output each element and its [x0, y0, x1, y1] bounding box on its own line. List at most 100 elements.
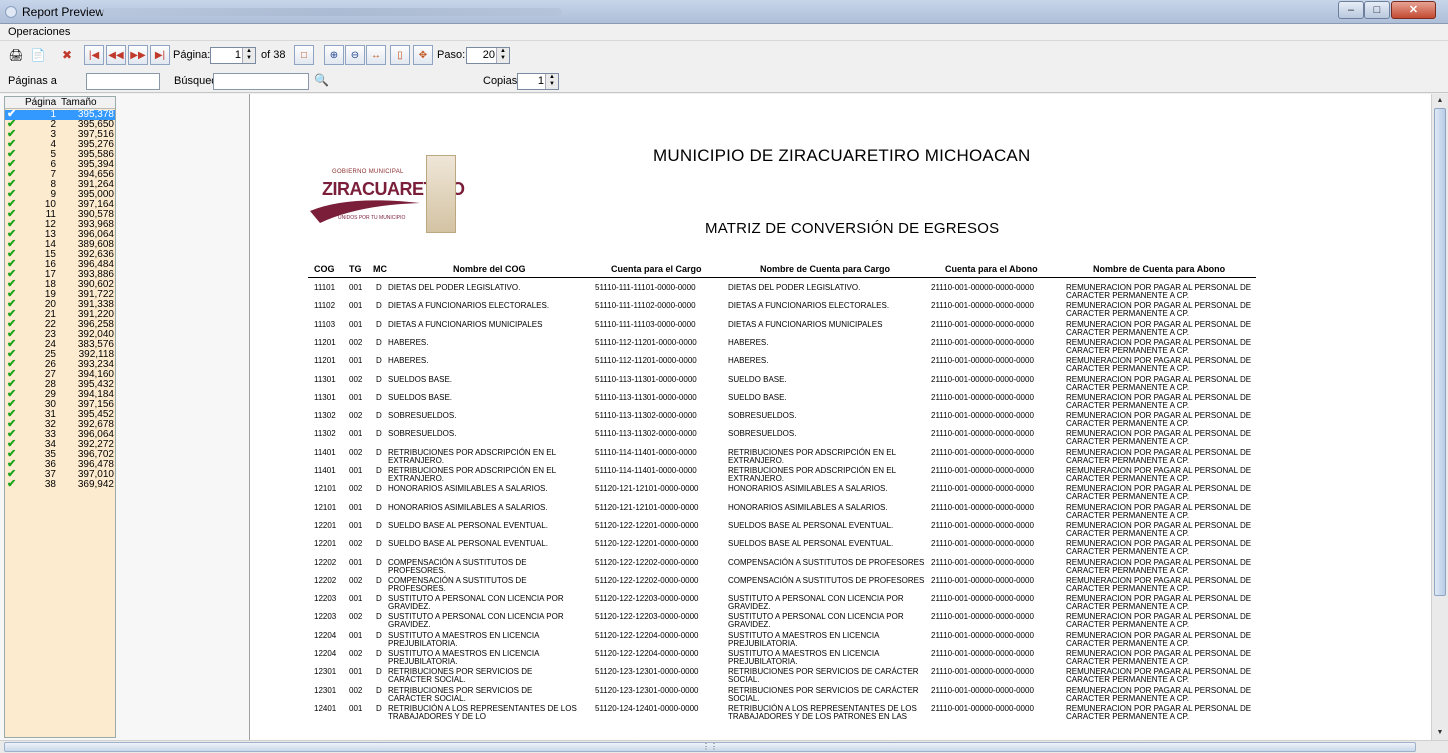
table-row: 11102 001 D DIETAS A FUNCIONARIOS ELECTORAL…	[308, 302, 1308, 320]
cell-cog: 12204	[314, 630, 337, 640]
scroll-down-icon[interactable]: ▼	[1434, 727, 1446, 738]
cell-abono: 21110-001-00000-0000-0000	[931, 392, 1034, 402]
scroll-up-icon[interactable]: ▲	[1434, 95, 1446, 106]
zoom-in-icon: ⊕	[329, 49, 339, 61]
cell-mc: D	[376, 685, 382, 695]
cell-nabono: REMUNERACION POR PAGAR AL PERSONAL DE CA…	[1066, 374, 1252, 392]
cell-abono: 21110-001-00000-0000-0000	[931, 429, 1034, 439]
cell-abono: 21110-001-00000-0000-0000	[931, 612, 1034, 622]
cell-nabono: REMUNERACION POR PAGAR AL PERSONAL DE CA…	[1066, 466, 1252, 483]
table-row: 12201 002 D SUELDO BASE AL PERSONAL EVENTUA…	[308, 540, 1308, 558]
table-row: 11103 001 D DIETAS A FUNCIONARIOS MUNICIPAL…	[308, 320, 1308, 339]
spinner-arrows-icon[interactable]: ▲ ▼	[496, 48, 509, 63]
cell-tg: 002	[349, 575, 363, 585]
header-size: Tamaño	[61, 97, 97, 108]
page-size: 369,942	[77, 479, 114, 490]
paso-spinner[interactable]: 20 ▲ ▼	[466, 47, 510, 64]
paginas-input[interactable]	[86, 73, 160, 90]
minimize-button[interactable]: –	[1338, 1, 1364, 19]
cell-ncargo: RETRIBUCIONES POR SERVICIOS DE CARÁCTER …	[728, 685, 919, 703]
cell-ncargo: SUSTITUTO A PERSONAL CON LICENCIA POR GR…	[728, 612, 904, 630]
cell-mc: D	[376, 594, 382, 604]
cell-abono: 21110-001-00000-0000-0000	[931, 557, 1034, 567]
prev-page-button[interactable]: ◀◀	[106, 45, 126, 65]
cell-mc: D	[376, 411, 382, 421]
cell-cog: 11101	[314, 283, 336, 292]
spinner-arrows-icon[interactable]: ▲ ▼	[545, 74, 558, 89]
page-list-header: Página Tamaño	[5, 97, 115, 109]
close-button[interactable]: ✕	[1391, 1, 1436, 19]
table-row: 11201 002 D HABERES. 51110-112-11201-0000-00…	[308, 337, 1308, 357]
print-setup-button[interactable]: 📄	[28, 45, 48, 65]
spinner-arrows-icon[interactable]: ▲ ▼	[242, 48, 255, 63]
table-row: 12301 002 D RETRIBUCIONES POR SERVICIOS DE …	[308, 685, 1308, 705]
cell-ncargo: HONORARIOS ASIMILABLES A SALARIOS.	[728, 502, 888, 512]
search-bar: Páginas a Búsqued 🔍 Copias: 1 ▲ ▼	[0, 69, 1448, 93]
fit-page-button[interactable]: ▯	[390, 45, 410, 65]
horizontal-scrollbar[interactable]: ⋮⋮	[0, 740, 1448, 753]
cell-nombre: SUELDO BASE AL PERSONAL EVENTUAL.	[388, 539, 548, 549]
table-row: 12203 001 D SUSTITUTO A PERSONAL CON LICENC…	[308, 595, 1308, 613]
cell-abono: 21110-001-00000-0000-0000	[931, 374, 1034, 384]
cell-cog: 11302	[314, 411, 336, 421]
cell-tg: 002	[349, 374, 363, 384]
cell-cog: 11201	[314, 356, 336, 366]
cell-tg: 002	[349, 337, 363, 347]
close-preview-button[interactable]: ✖	[57, 45, 77, 65]
cell-nombre: SOBRESUELDOS.	[388, 411, 457, 421]
zoom-out-button[interactable]: ⊖	[345, 45, 365, 65]
cell-nabono: REMUNERACION POR PAGAR AL PERSONAL DE CA…	[1066, 356, 1252, 374]
cell-abono: 21110-001-00000-0000-0000	[931, 685, 1034, 695]
actual-size-icon: ✥	[418, 49, 428, 61]
search-icon[interactable]: 🔍	[314, 73, 329, 87]
col-tg: TG	[349, 264, 362, 274]
cell-mc: D	[376, 557, 382, 567]
next-page-button[interactable]: ▶▶	[128, 45, 148, 65]
busqueda-input[interactable]	[213, 73, 309, 90]
first-page-button[interactable]: |◀	[84, 45, 104, 65]
last-page-button[interactable]: ▶|	[150, 45, 170, 65]
report-title: MUNICIPIO DE ZIRACUARETIRO MICHOACAN	[653, 146, 1031, 165]
cell-abono: 21110-001-00000-0000-0000	[931, 539, 1034, 549]
page-icon-button[interactable]: □	[294, 45, 314, 65]
paso-label: Paso:	[437, 49, 466, 61]
cell-nabono: REMUNERACION POR PAGAR AL PERSONAL DE CA…	[1066, 594, 1252, 612]
cell-tg: 001	[349, 392, 363, 402]
cell-mc: D	[376, 429, 382, 439]
vertical-scrollbar[interactable]: ▲ ▼	[1431, 94, 1448, 740]
hscroll-thumb[interactable]: ⋮⋮	[4, 742, 1416, 752]
cell-cargo: 51110-113-11302-0000-0000	[595, 411, 697, 421]
copias-spinner[interactable]: 1 ▲ ▼	[517, 73, 559, 90]
cell-cargo: 51120-123-12301-0000-0000	[595, 667, 699, 677]
menu-operaciones[interactable]: Operaciones	[8, 26, 70, 38]
zoom-in-button[interactable]: ⊕	[324, 45, 344, 65]
cell-ncargo: HABERES.	[728, 356, 769, 366]
table-row: 12203 002 D SUSTITUTO A PERSONAL CON LICENC…	[308, 613, 1308, 631]
municipal-logo: GOBIERNO MUNICIPAL ZIRACUARETIRO UNIDOS …	[308, 149, 465, 239]
scroll-thumb[interactable]	[1434, 108, 1446, 596]
actual-size-button[interactable]: ✥	[413, 45, 433, 65]
cell-nabono: REMUNERACION POR PAGAR AL PERSONAL DE CA…	[1066, 392, 1252, 410]
cell-mc: D	[376, 466, 382, 475]
cancel-icon: ✖	[61, 48, 73, 62]
cell-cog: 11302	[314, 429, 336, 439]
cell-ncargo: SUSTITUTO A PERSONAL CON LICENCIA POR GR…	[728, 594, 904, 612]
page-list[interactable]: Página Tamaño ✔ 1 395,378 ✔ 2 395,650 ✔ 3 397,51…	[4, 96, 116, 738]
print-button[interactable]: 🖨	[6, 45, 26, 65]
cell-cog: 11201	[314, 337, 336, 347]
check-icon: ✔	[7, 478, 17, 490]
cell-mc: D	[376, 301, 382, 311]
fit-width-button[interactable]: ↔	[366, 45, 386, 65]
first-page-icon: |◀	[88, 49, 100, 61]
toolbar: 🖨 📄 ✖ |◀ ◀◀ ▶▶ ▶| Página: 1 ▲ ▼ of 38 □ ⊕…	[0, 41, 1448, 69]
cell-nombre: RETRIBUCIONES POR SERVICIOS DE CARÁCTER …	[388, 685, 533, 703]
maximize-button[interactable]: □	[1364, 1, 1390, 19]
cell-cargo: 51120-122-12203-0000-0000	[595, 612, 699, 622]
page-list-row[interactable]: ✔ 38 369,942	[5, 478, 115, 490]
cell-cargo: 51110-112-11201-0000-0000	[595, 356, 697, 366]
cell-cargo: 51120-122-12203-0000-0000	[595, 594, 699, 604]
pagina-spinner[interactable]: 1 ▲ ▼	[210, 47, 256, 64]
title-blurred-text	[102, 8, 562, 16]
cell-cargo: 51120-122-12204-0000-0000	[595, 649, 699, 658]
cell-ncargo: SUELDOS BASE AL PERSONAL EVENTUAL.	[728, 520, 894, 530]
